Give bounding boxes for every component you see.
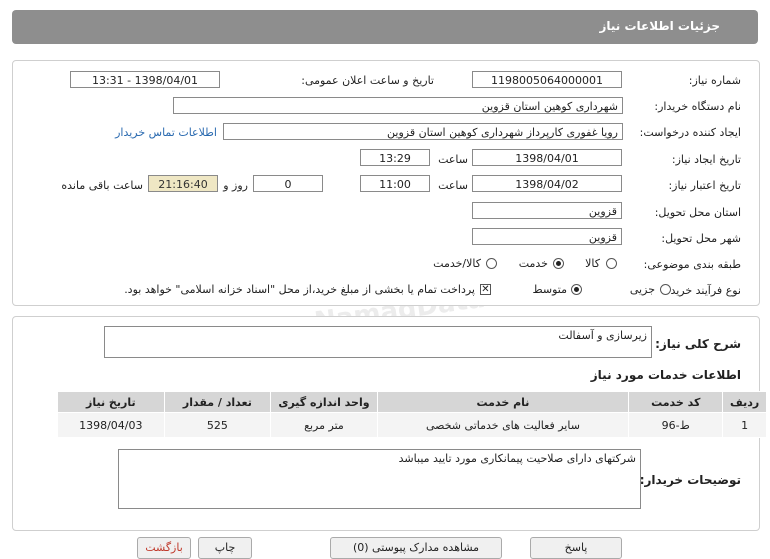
buyer-notes-label: توضیحات خریدار:	[639, 473, 741, 487]
created-time-field: 13:29	[360, 149, 430, 166]
return-button[interactable]: بازگشت	[137, 537, 191, 559]
process-option-medium: متوسط	[532, 283, 567, 296]
province-field: قزوین	[472, 202, 622, 219]
validity-time-field: 11:00	[360, 175, 430, 192]
process-label: نوع فرآیند خرید :	[663, 284, 741, 297]
city-field: قزوین	[472, 228, 622, 245]
requester-label: ایجاد کننده درخواست:	[639, 126, 741, 139]
col-row: ردیف	[722, 391, 767, 413]
col-need-date: تاریخ نیاز	[57, 391, 165, 413]
remaining-label: ساعت باقی مانده	[61, 179, 143, 192]
days-label: روز و	[223, 179, 248, 192]
col-service-name: نام خدمت	[376, 391, 630, 413]
remaining-time-field: 21:16:40	[148, 175, 218, 192]
table-row: 1 ط-96 سایر فعالیت های خدماتی شخصی متر م…	[57, 412, 767, 438]
page-title: جزئیات اطلاعات نیاز	[599, 19, 720, 33]
services-header-row: ردیف کد خدمت نام خدمت واحد اندازه گیری ت…	[57, 391, 767, 413]
category-radio-goods-service[interactable]	[486, 258, 497, 269]
summary-label: شرح کلی نیاز:	[655, 337, 741, 351]
buyer-notes-field: شرکتهای دارای صلاحیت پیمانکاری مورد تایی…	[118, 449, 641, 509]
treasury-note: پرداخت تمام یا بخشی از مبلغ خرید،از محل …	[124, 283, 475, 296]
cell-unit: متر مربع	[270, 412, 378, 438]
category-option-service: خدمت	[518, 257, 548, 270]
services-table: ردیف کد خدمت نام خدمت واحد اندازه گیری ت…	[57, 391, 767, 438]
process-option-minor: جزیی	[629, 283, 655, 296]
created-time-label: ساعت	[438, 153, 468, 166]
treasury-checkbox[interactable]: ✕	[480, 284, 491, 295]
category-radio-goods[interactable]	[606, 258, 617, 269]
buyer-contact-link[interactable]: اطلاعات تماس خریدار	[115, 126, 217, 139]
created-date-label: تاریخ ایجاد نیاز:	[671, 153, 741, 166]
print-button[interactable]: چاپ	[198, 537, 252, 559]
validity-date-field: 1398/04/02	[472, 175, 622, 192]
summary-field: زیرسازی و آسفالت	[104, 326, 652, 358]
process-radio-minor[interactable]	[660, 284, 671, 295]
validity-date-label: تاریخ اعتبار نیاز:	[668, 179, 741, 192]
buyer-org-label: نام دستگاه خریدار:	[654, 100, 741, 113]
remaining-days-field: 0	[253, 175, 323, 192]
province-label: استان محل تحویل:	[654, 206, 741, 219]
attachments-button[interactable]: مشاهده مدارک پیوستی (0)	[330, 537, 502, 559]
cell-row: 1	[722, 412, 767, 438]
category-option-goods: کالا	[585, 257, 600, 270]
category-radio-service[interactable]	[553, 258, 564, 269]
col-quantity: تعداد / مقدار	[163, 391, 272, 413]
page-header: جزئیات اطلاعات نیاز	[12, 10, 758, 44]
created-date-field: 1398/04/01	[472, 149, 622, 166]
cell-quantity: 525	[163, 412, 272, 438]
category-label: طبقه بندی موضوعی:	[643, 258, 741, 271]
cell-service-code: ط-96	[628, 412, 724, 438]
need-number-field: 1198005064000001	[472, 71, 622, 88]
cell-service-name: سایر فعالیت های خدماتی شخصی	[376, 412, 630, 438]
validity-time-label: ساعت	[438, 179, 468, 192]
announce-field: 1398/04/01 - 13:31	[70, 71, 220, 88]
city-label: شهر محل تحویل:	[661, 232, 741, 245]
col-unit: واحد اندازه گیری	[270, 391, 378, 413]
services-title: اطلاعات خدمات مورد نیاز	[590, 368, 741, 382]
announce-label: تاریخ و ساعت اعلان عمومی:	[301, 74, 434, 87]
process-radio-medium[interactable]	[571, 284, 582, 295]
category-option-goods-service: کالا/خدمت	[433, 257, 481, 270]
answer-button[interactable]: پاسخ	[530, 537, 622, 559]
buyer-org-field: شهرداری کوهین استان قزوین	[173, 97, 623, 114]
need-number-label: شماره نیاز:	[688, 74, 741, 87]
requester-field: رویا غفوری کارپرداز شهرداری کوهین استان …	[223, 123, 623, 140]
cell-need-date: 1398/04/03	[57, 412, 165, 438]
col-service-code: کد خدمت	[628, 391, 724, 413]
